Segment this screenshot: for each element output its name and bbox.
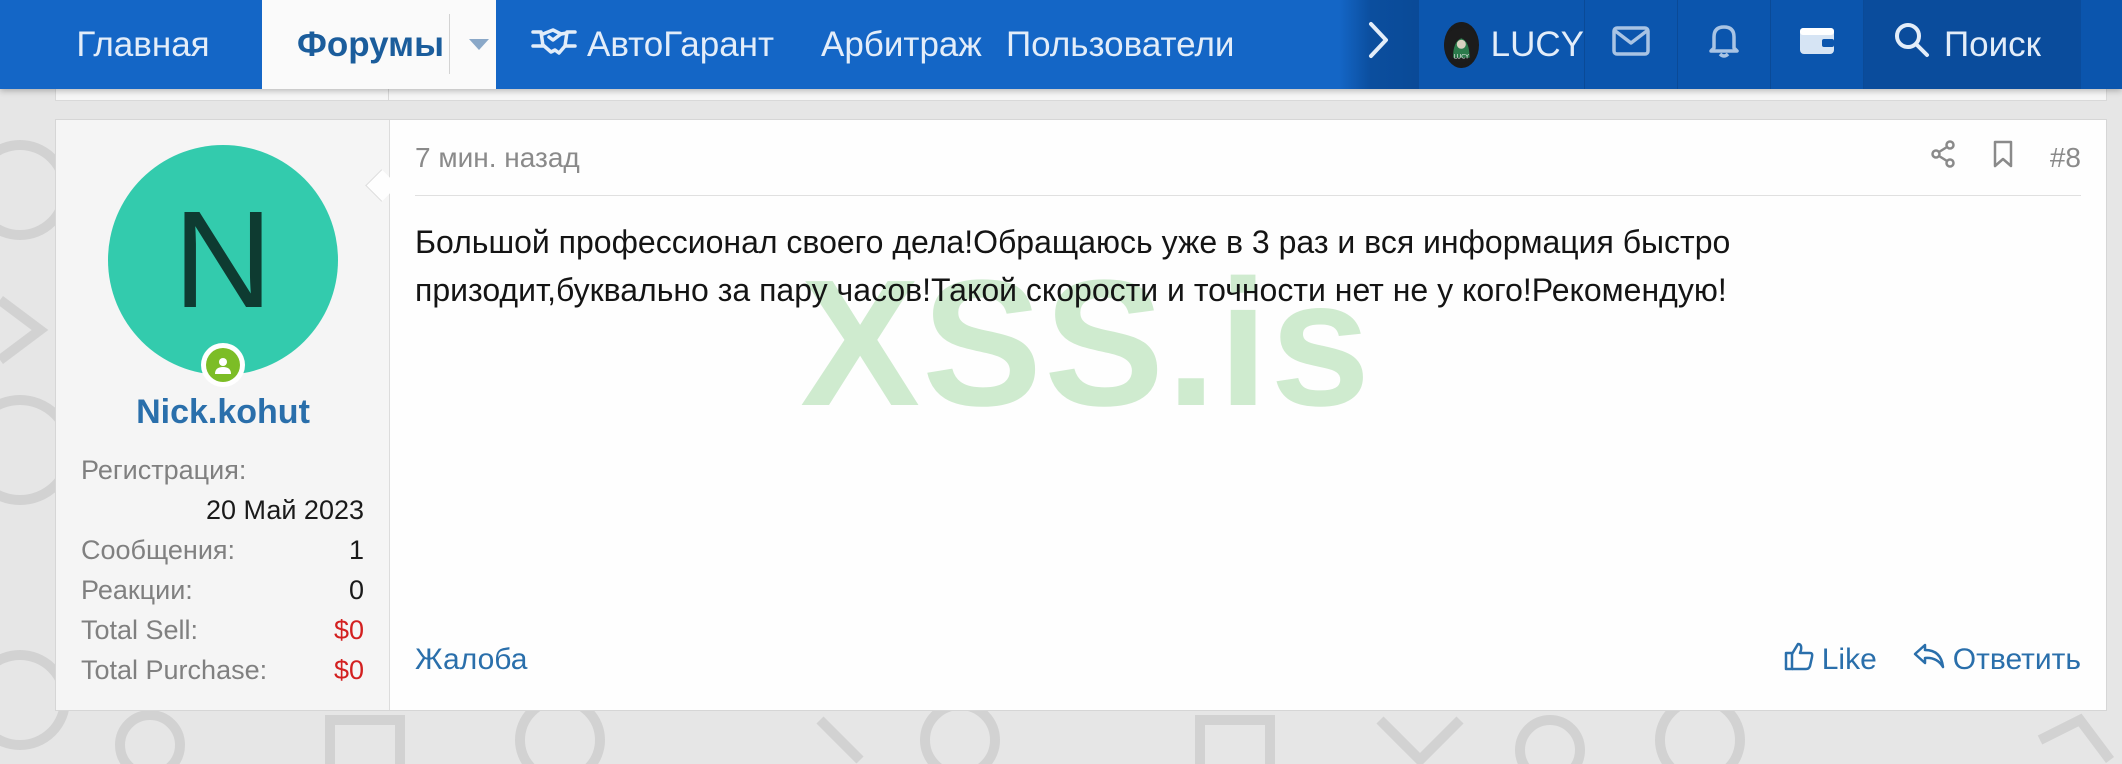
envelope-icon [1612,25,1650,65]
nav-search-label: Поиск [1944,24,2041,64]
user-avatar[interactable]: N [108,145,338,375]
avatar: LUCY [1444,21,1479,68]
registration-value: 20 Май 2023 [206,495,364,525]
stat-reactions: Реакции: 0 [81,570,364,610]
post-message: N Nick.kohut Регистрация: 20 Май 2023 Со… [55,119,2107,711]
caret-down-icon[interactable] [462,0,496,89]
nav-arbitrage[interactable]: Арбитраж [786,0,982,89]
post-time[interactable]: 7 мин. назад [415,142,580,174]
post-user-panel: N Nick.kohut Регистрация: 20 Май 2023 Со… [56,120,390,710]
user-stats: Регистрация: 20 Май 2023 Сообщения: 1 Ре… [81,450,364,690]
total-sell-value: $0 [333,615,364,645]
search-icon [1894,22,1944,67]
nav-forums-label: Форумы [297,24,444,64]
divider [449,14,450,74]
nav-autogarant-label: АвтоГарант [587,24,775,64]
post-body: Большой профессионал своего дела!Обращаю… [415,224,1731,308]
like-label: Like [1821,643,1877,676]
nav-inbox[interactable] [1584,0,1677,89]
nav-user-menu[interactable]: LUCY LUCY [1419,0,1584,89]
post-number[interactable]: #8 [2050,142,2081,174]
post-header-actions: #8 [1930,140,2081,175]
total-sell-label: Total Sell: [81,615,199,645]
like-button[interactable]: Like [1784,641,1877,679]
messages-value: 1 [348,535,364,565]
nav-autogarant[interactable]: АвтоГарант [496,0,786,89]
stat-total-purchase: Total Purchase: $0 [81,650,364,690]
stat-messages: Сообщения: 1 [81,530,364,570]
stat-total-sell: Total Sell: $0 [81,610,364,650]
reply-button[interactable]: Ответить [1913,642,2081,678]
reply-label: Ответить [1952,643,2081,676]
nav-forums[interactable]: Форумы [262,0,496,89]
username-link[interactable]: Nick.kohut [56,393,390,432]
svg-text:LUCY: LUCY [1454,53,1470,60]
previous-post-edge [55,89,2107,101]
registration-label: Регистрация: [81,455,247,485]
reply-icon [1913,642,1953,678]
share-icon[interactable] [1930,140,1956,175]
divider [388,89,389,101]
user-online-icon [201,343,245,387]
bookmark-icon[interactable] [1992,140,2014,175]
nav-users[interactable]: Пользователи [970,0,1339,89]
handshake-icon [531,25,587,65]
post-header: 7 мин. назад #8 [415,120,2081,196]
thumbs-up-icon [1784,641,1822,679]
footer-actions: Like Ответить [1784,641,2081,679]
online-dot [206,348,240,382]
nav-search[interactable]: Поиск [1863,0,2081,89]
wallet-icon [1798,24,1836,65]
nav-wallet[interactable] [1770,0,1863,89]
reactions-label: Реакции: [81,575,193,605]
nav-account-area: LUCY LUCY Поиск [1419,0,2122,89]
total-purchase-value: $0 [333,655,364,685]
chevron-right-icon [1368,21,1390,68]
bell-icon [1708,22,1740,67]
report-link[interactable]: Жалоба [415,643,527,677]
nav-home[interactable]: Главная [0,0,262,89]
nav-scroll-right[interactable] [1339,0,1419,89]
total-purchase-label: Total Purchase: [81,655,268,685]
top-navbar: Главная Форумы АвтоГарант Арбитраж Польз… [0,0,2122,89]
nav-username: LUCY [1490,24,1584,64]
post-content: 7 мин. назад #8 XSS.is Большой профессио… [390,120,2106,710]
messages-label: Сообщения: [81,535,236,565]
reactions-value: 0 [348,575,364,605]
nav-alerts[interactable] [1677,0,1770,89]
post-footer: Жалоба Like Ответить [415,640,2081,680]
